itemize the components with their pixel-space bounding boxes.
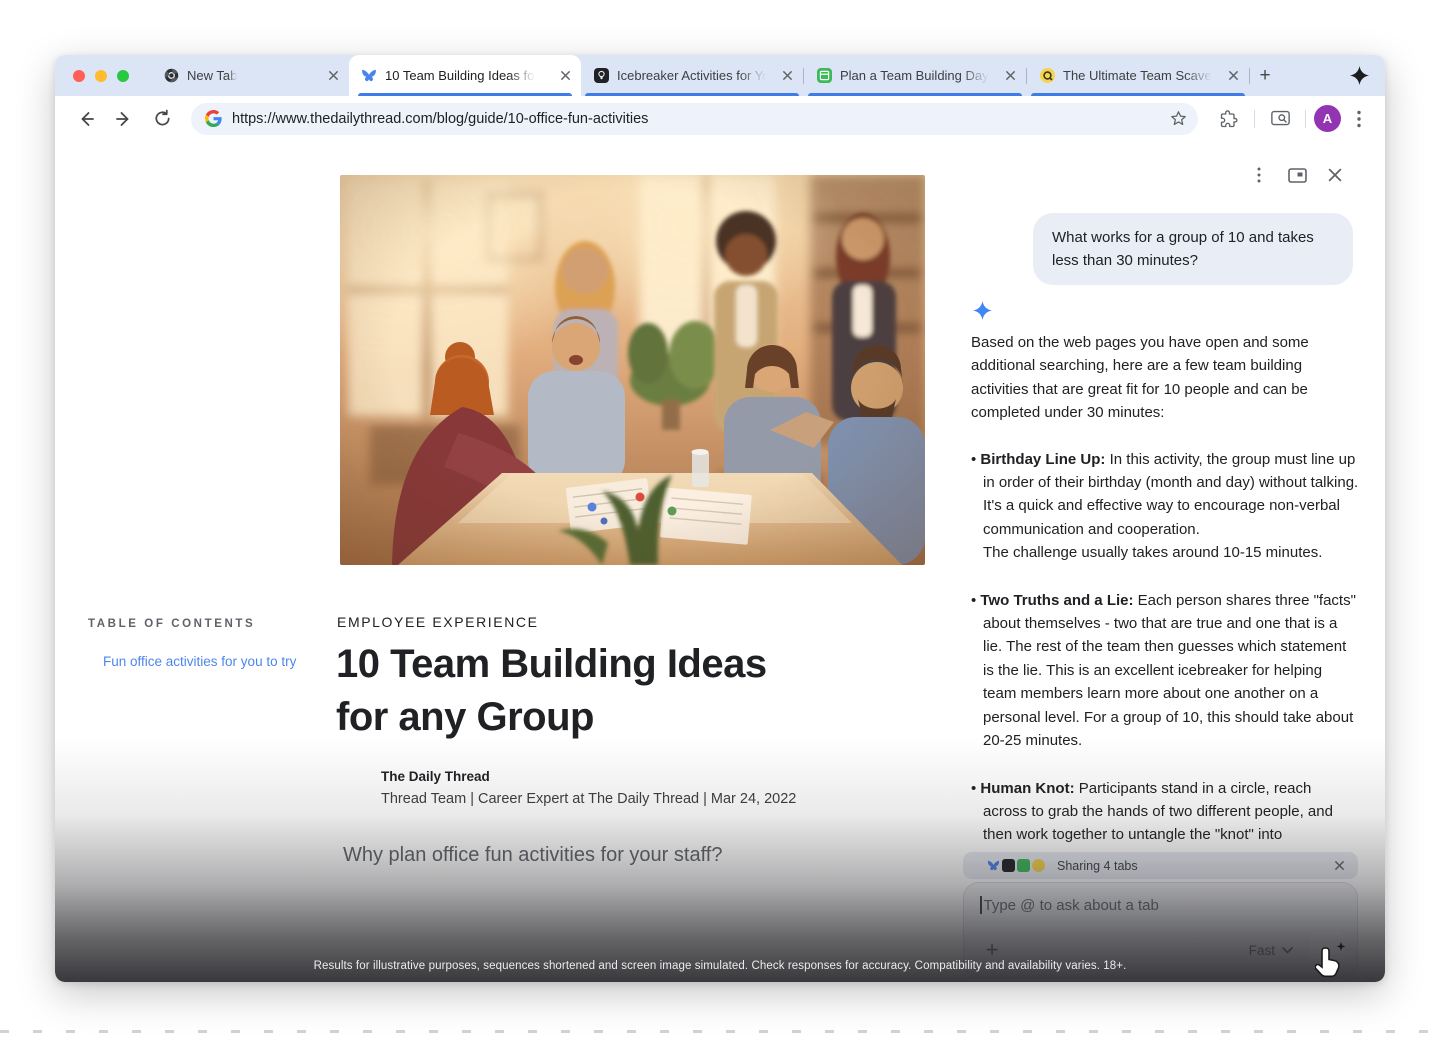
icebreaker-favicon	[593, 68, 609, 84]
model-selector[interactable]: Fast	[1249, 943, 1293, 958]
panel-header	[1249, 165, 1345, 185]
butterfly-favicon	[361, 68, 377, 84]
tab-label: New Tab	[187, 68, 237, 83]
model-label: Fast	[1249, 943, 1275, 958]
chevron-down-icon	[1282, 947, 1293, 954]
response-bullet-list: • Birthday Line Up: In this activity, th…	[971, 448, 1359, 847]
close-tab-icon[interactable]	[1005, 70, 1016, 81]
reload-icon[interactable]	[145, 102, 179, 136]
forward-icon[interactable]	[107, 102, 141, 136]
tab-plan-team-building-day[interactable]: Plan a Team Building Day Th	[804, 55, 1026, 96]
prompt-placeholder-row: Type @ to ask about a tab	[980, 896, 1341, 914]
tab-new-tab[interactable]: New Tab	[151, 55, 349, 96]
bookmark-star-icon[interactable]	[1169, 109, 1188, 128]
close-panel-icon[interactable]	[1325, 165, 1345, 185]
article-category: EMPLOYEE EXPERIENCE	[337, 614, 539, 630]
tab-scavenger-hunt[interactable]: The Ultimate Team Scaveng	[1027, 55, 1249, 96]
screen: New Tab 10 Team Building Ideas for a	[0, 0, 1440, 1040]
close-tab-icon[interactable]	[328, 70, 339, 81]
prompt-placeholder: Type @ to ask about a tab	[984, 897, 1159, 914]
byline-meta: Thread Team | Career Expert at The Daily…	[381, 791, 796, 807]
tab-strip: New Tab 10 Team Building Ideas for a	[55, 55, 1385, 96]
text-caret	[980, 896, 982, 914]
back-icon[interactable]	[69, 102, 103, 136]
sharing-tabs-bar: Sharing 4 tabs	[963, 852, 1358, 879]
bullet-human-knot: • Human Knot: Participants stand in a ci…	[971, 777, 1359, 847]
gemini-sparkle-icon[interactable]	[1333, 55, 1385, 96]
user-message-bubble: What works for a group of 10 and takes l…	[1033, 213, 1353, 285]
panel-menu-icon[interactable]	[1249, 165, 1269, 185]
close-window-button[interactable]	[73, 70, 85, 82]
browser-window: New Tab 10 Team Building Ideas for a	[55, 55, 1385, 982]
toolbar-separator	[1305, 110, 1306, 128]
byline-publisher: The Daily Thread	[381, 769, 490, 784]
page-content: TABLE OF CONTENTS Fun office activities …	[55, 141, 1385, 982]
new-tab-button[interactable]: +	[1250, 55, 1280, 96]
zoom-window-button[interactable]	[117, 70, 129, 82]
toc-link[interactable]: Fun office activities for you to try	[103, 654, 296, 669]
article-pane: TABLE OF CONTENTS Fun office activities …	[55, 141, 963, 982]
google-logo-icon	[205, 110, 222, 127]
chrome-icon	[163, 68, 179, 84]
assistant-response: Based on the web pages you have open and…	[971, 331, 1359, 871]
film-strip-decoration	[0, 1030, 1440, 1033]
article-section-heading: Why plan office fun activities for your …	[343, 844, 722, 867]
gemini-response-sparkle-icon	[973, 301, 992, 320]
open-in-window-icon[interactable]	[1287, 165, 1307, 185]
close-tab-icon[interactable]	[1228, 70, 1239, 81]
tab-label: The Ultimate Team Scaveng	[1063, 68, 1212, 83]
calendar-favicon	[816, 68, 832, 84]
assistant-panel: What works for a group of 10 and takes l…	[963, 141, 1385, 982]
minimize-window-button[interactable]	[95, 70, 107, 82]
tab-team-building-ideas[interactable]: 10 Team Building Ideas for a	[349, 55, 581, 96]
extensions-icon[interactable]	[1212, 102, 1246, 136]
mouse-cursor-pointer	[1315, 940, 1349, 978]
hero-image	[340, 175, 925, 565]
close-tab-icon[interactable]	[560, 70, 571, 81]
stop-sharing-icon[interactable]	[1334, 860, 1345, 871]
tab-icebreaker-activities[interactable]: Icebreaker Activities for Yo	[581, 55, 803, 96]
toc-title: TABLE OF CONTENTS	[88, 618, 255, 630]
browser-menu-icon[interactable]	[1345, 102, 1373, 136]
article-title: 10 Team Building Ideas for any Group	[336, 638, 816, 744]
scavenger-favicon	[1039, 68, 1055, 84]
bullet-birthday-line-up: • Birthday Line Up: In this activity, th…	[971, 448, 1359, 565]
window-controls	[73, 55, 151, 96]
url-text: https://www.thedailythread.com/blog/guid…	[232, 111, 1159, 127]
disclaimer-text: Results for illustrative purposes, seque…	[55, 960, 1385, 972]
shared-tab-favicons	[987, 859, 1045, 872]
profile-avatar[interactable]: A	[1314, 105, 1341, 132]
tab-label: Icebreaker Activities for Yo	[617, 68, 766, 83]
tab-search-icon[interactable]	[1263, 102, 1297, 136]
response-intro: Based on the web pages you have open and…	[971, 331, 1359, 425]
tab-label: 10 Team Building Ideas for a	[385, 68, 535, 83]
address-bar[interactable]: https://www.thedailythread.com/blog/guid…	[191, 103, 1198, 135]
sharing-label: Sharing 4 tabs	[1053, 859, 1326, 873]
close-tab-icon[interactable]	[782, 70, 793, 81]
tab-label: Plan a Team Building Day Th	[840, 68, 989, 83]
browser-toolbar: https://www.thedailythread.com/blog/guid…	[55, 96, 1385, 141]
toolbar-separator	[1254, 110, 1255, 128]
send-button[interactable]	[1309, 932, 1345, 968]
bullet-two-truths-and-a-lie: • Two Truths and a Lie: Each person shar…	[971, 589, 1359, 753]
